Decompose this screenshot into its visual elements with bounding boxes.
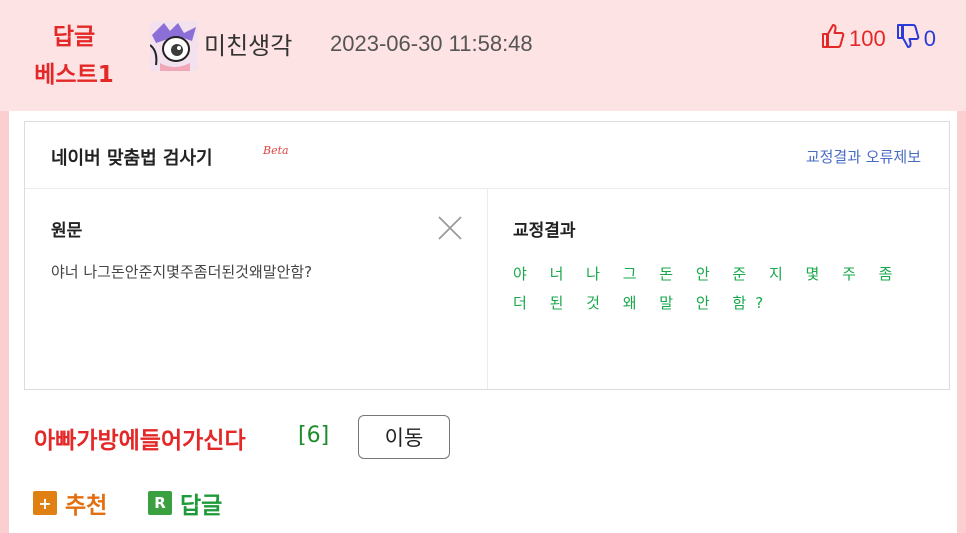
reply-icon: R <box>148 491 172 515</box>
close-icon[interactable] <box>437 215 463 241</box>
badge-line-2: 베스트1 <box>34 62 114 88</box>
reply-button[interactable]: R 답글 <box>148 486 222 520</box>
avatar[interactable] <box>150 21 198 71</box>
post-title-link[interactable]: 아빠가방에들어가신다 <box>34 421 246 455</box>
result-label: 교정결과 <box>513 221 576 241</box>
comment-header: 답글 베스트1 미친생각 2023-06-30 11:58:48 100 0 <box>0 0 966 111</box>
spell-checker-header: 네이버 맞춤법 검사기 Beta 교정결과 오류제보 <box>25 122 949 189</box>
report-error-link[interactable]: 교정결과 오류제보 <box>806 146 921 167</box>
vote-box: 100 0 <box>821 24 936 54</box>
upvote-count: 100 <box>849 26 886 51</box>
result-text: 야 너 나 그 돈 안 준 지 몇 주 좀 더 된 것 왜 말 안 함? <box>513 265 902 312</box>
badge-line-1: 답글 <box>52 24 96 50</box>
original-label: 원문 <box>51 221 83 241</box>
move-button[interactable]: 이동 <box>358 415 450 459</box>
thumbs-down-icon[interactable] <box>896 23 920 55</box>
recommend-button[interactable]: + 추천 <box>33 486 107 520</box>
avatar-image <box>150 21 198 71</box>
column-divider <box>487 189 488 389</box>
best-reply-badge: 답글 베스트1 <box>14 18 134 94</box>
recommend-label: 추천 <box>65 493 108 519</box>
post-datetime: 2023-06-30 11:58:48 <box>330 31 533 56</box>
reply-label: 답글 <box>180 493 223 519</box>
thumbs-up-icon[interactable] <box>821 23 845 55</box>
author-nickname[interactable]: 미친생각 <box>204 26 292 61</box>
plus-icon: + <box>33 491 57 515</box>
comment-count: [6] <box>298 423 330 448</box>
spell-checker-card: 네이버 맞춤법 검사기 Beta 교정결과 오류제보 원문 야너 나그돈안준지몇… <box>24 121 950 390</box>
spell-checker-title: 네이버 맞춤법 검사기 <box>51 148 213 169</box>
downvote-count: 0 <box>923 26 936 51</box>
beta-tag: Beta <box>263 144 289 157</box>
original-text: 야너 나그돈안준지몇주좀더된것왜말안함? <box>51 263 313 281</box>
